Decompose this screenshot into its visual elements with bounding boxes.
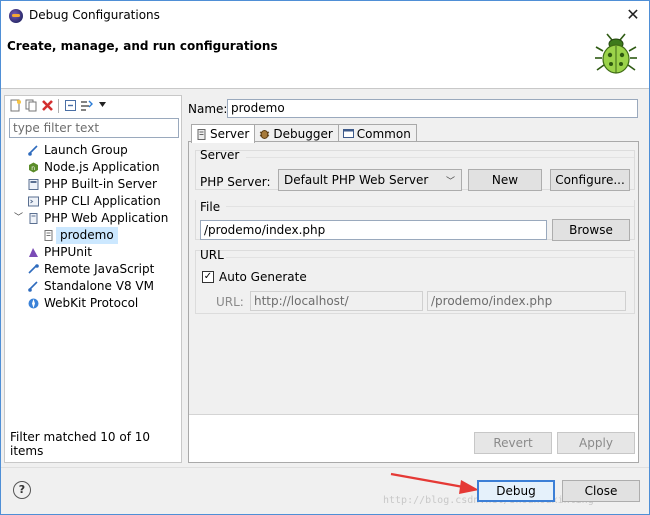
chevron-down-icon: ﹀ <box>445 177 455 187</box>
browse-button[interactable]: Browse <box>552 219 630 241</box>
server-tab-panel: Server PHP Server: Default PHP Web Serve… <box>188 141 639 463</box>
tree-item-label: PHP Web Application <box>44 211 169 225</box>
duplicate-icon[interactable] <box>24 99 38 113</box>
name-label: Name: <box>188 102 228 116</box>
tree-item[interactable]: PHP CLI Application <box>5 193 181 210</box>
debug-button[interactable]: Debug <box>477 480 555 502</box>
tab-debugger[interactable]: Debugger <box>254 124 339 142</box>
dropdown-icon[interactable] <box>95 99 109 113</box>
url-group-title: URL <box>200 248 224 262</box>
close-window-icon[interactable]: ✕ <box>623 5 643 25</box>
group-separator <box>226 257 634 258</box>
tree-item-label: Standalone V8 VM <box>44 279 154 293</box>
chevron-down-icon[interactable]: ﹀ <box>14 210 23 227</box>
debugger-icon <box>260 130 270 139</box>
php-server-value: Default PHP Web Server <box>284 173 429 187</box>
new-config-icon[interactable] <box>8 99 22 113</box>
server-tab-content: Server PHP Server: Default PHP Web Serve… <box>189 142 638 415</box>
filter-icon[interactable] <box>79 99 93 113</box>
debug-configurations-dialog: Debug Configurations ✕ Create, manage, a… <box>0 0 650 515</box>
file-group: File /prodemo/index.php Browse <box>195 200 635 241</box>
left-toolbar <box>5 96 181 116</box>
dialog-heading: Create, manage, and run configurations <box>7 39 278 53</box>
server-icon <box>197 128 206 140</box>
url-base-input: http://localhost/ <box>250 291 423 311</box>
url-path-input: /prodemo/index.php <box>427 291 626 311</box>
tree-item[interactable]: prodemo <box>5 227 181 244</box>
tree-item-label: PHPUnit <box>44 245 92 259</box>
svg-text:n: n <box>31 165 35 172</box>
dialog-header: Create, manage, and run configurations <box>1 31 649 89</box>
configuration-tree: Launch Group n Node.js Application PHP Buil… <box>5 142 181 312</box>
tree-item-label: prodemo <box>56 227 118 244</box>
delete-icon[interactable] <box>40 99 54 113</box>
common-icon <box>342 129 354 138</box>
revert-button[interactable]: Revert <box>474 432 552 454</box>
tree-item-label: Node.js Application <box>44 160 160 174</box>
tree-item[interactable]: Standalone V8 VM <box>5 278 181 295</box>
configuration-editor: Name: prodemo Server Debugger Common Ser… <box>187 95 641 463</box>
title-bar: Debug Configurations ✕ <box>1 1 649 31</box>
tree-item[interactable]: Launch Group <box>5 142 181 159</box>
url-label: URL: <box>216 295 244 309</box>
file-path-input[interactable]: /prodemo/index.php <box>200 220 547 240</box>
tree-item-label: PHP CLI Application <box>44 194 161 208</box>
configure-server-button[interactable]: Configure... <box>550 169 630 191</box>
server-group-title: Server <box>200 148 240 162</box>
tab-server[interactable]: Server <box>191 124 256 143</box>
window-title: Debug Configurations <box>29 8 160 22</box>
tree-item-label: Remote JavaScript <box>44 262 155 276</box>
tab-common[interactable]: Common <box>337 124 417 142</box>
auto-generate-checkbox[interactable]: ✓ <box>202 271 214 283</box>
group-separator <box>246 157 634 158</box>
name-input[interactable]: prodemo <box>227 99 638 118</box>
collapse-all-icon[interactable] <box>63 99 77 113</box>
filter-input[interactable]: type filter text <box>9 118 179 138</box>
configuration-list-panel: type filter text Launch Group n Node.js Ap… <box>4 95 182 463</box>
tree-item[interactable]: Remote JavaScript <box>5 261 181 278</box>
group-separator <box>226 206 634 207</box>
footer-separator <box>1 467 649 468</box>
server-group: Server PHP Server: Default PHP Web Serve… <box>195 148 635 191</box>
tree-item[interactable]: n Node.js Application <box>5 159 181 176</box>
url-group: URL ✓ Auto Generate URL: http://localhos… <box>195 248 635 314</box>
bug-icon <box>595 33 637 74</box>
tab-label: Debugger <box>273 126 333 141</box>
auto-generate-label: Auto Generate <box>219 270 307 284</box>
tree-item-label: Launch Group <box>44 143 128 157</box>
apply-button[interactable]: Apply <box>557 432 635 454</box>
tab-label: Common <box>356 126 411 141</box>
tree-item[interactable]: WebKit Protocol <box>5 295 181 312</box>
file-group-title: File <box>200 200 221 214</box>
toolbar-separator <box>58 99 59 113</box>
new-server-button[interactable]: New <box>468 169 542 191</box>
tree-item-label: PHP Built-in Server <box>44 177 157 191</box>
filter-status: Filter matched 10 of 10 items <box>10 430 151 458</box>
close-button[interactable]: Close <box>562 480 640 502</box>
help-icon[interactable]: ? <box>13 481 31 499</box>
eclipse-icon <box>9 9 23 23</box>
tree-item[interactable]: PHP Built-in Server <box>5 176 181 193</box>
php-server-select[interactable]: Default PHP Web Server ﹀ <box>278 169 462 191</box>
php-server-label: PHP Server: <box>200 175 271 189</box>
red-arrow-annotation <box>390 472 479 494</box>
config-tabs: Server Debugger Common <box>191 124 417 143</box>
tree-item-label: WebKit Protocol <box>44 296 139 310</box>
tree-item[interactable]: PHPUnit <box>5 244 181 261</box>
tab-label: Server <box>210 127 250 141</box>
tree-item[interactable]: ﹀ PHP Web Application <box>5 210 181 227</box>
